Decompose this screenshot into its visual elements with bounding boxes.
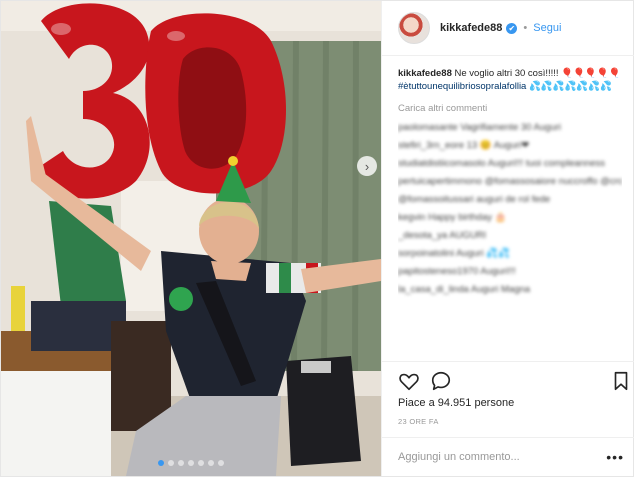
caption-text: Ne voglio altri 30 così!!!!! 🎈🎈🎈🎈🎈 (454, 68, 621, 79)
post-header: kikkafede88 ✔ • Segui (382, 1, 634, 56)
load-more-comments-button[interactable]: Carica altri commenti (398, 102, 622, 115)
caption-emoji: 💦💦💦💦💦💦💦 (528, 81, 612, 92)
comment-row: studiatdistiicomasolo Auguri!!! tuoi com… (398, 158, 606, 169)
likes-text: Piace a 94.951 persone (398, 397, 515, 409)
caption-hashtag[interactable]: #ètuttounequilibriosopralafollia (398, 81, 526, 92)
follow-button[interactable]: Segui (533, 22, 561, 34)
more-options-icon[interactable]: ••• (606, 449, 624, 465)
chevron-right-icon: › (364, 158, 370, 174)
comment-input[interactable] (398, 451, 607, 463)
post-timestamp: 23 ORE FA (398, 417, 439, 426)
carousel-next-button[interactable]: › (357, 156, 377, 176)
carousel-dot[interactable] (198, 460, 204, 466)
carousel-dot[interactable] (158, 460, 164, 466)
heart-icon[interactable] (398, 370, 420, 392)
post-side-panel: kikkafede88 ✔ • Segui kikkafede88 Ne vog… (381, 1, 634, 476)
post-caption: kikkafede88 Ne voglio altri 30 così!!!!!… (398, 67, 622, 93)
verified-badge-icon: ✔ (506, 22, 518, 34)
carousel-dot[interactable] (208, 460, 214, 466)
post-photo[interactable]: › (1, 1, 381, 476)
header-username[interactable]: kikkafede88 (440, 22, 502, 34)
comment-row: paolomasante Vagrifiamente 30 Auguri (398, 122, 562, 133)
likes-count[interactable]: Piace a 94.951 persone (398, 397, 514, 409)
bookmark-icon[interactable] (610, 370, 632, 392)
add-comment-bar: ••• (382, 437, 634, 476)
action-bar (382, 361, 634, 397)
photo-illustration (1, 1, 381, 476)
comment-row: papitosteneso1970 Auguri!!! (398, 266, 516, 277)
comment-list: paolomasante Vagrifiamente 30 Auguri stef… (398, 121, 622, 296)
carousel-dot[interactable] (218, 460, 224, 466)
comment-row: kegvin Happy birthday 🎂 (398, 212, 507, 223)
header-separator: • (523, 22, 528, 34)
comment-row: la_casa_di_linda Auguri Magna (398, 284, 531, 295)
comment-row: stefiri_3rn_eore 13 😊 Auguri❤ (398, 140, 530, 151)
caption-username[interactable]: kikkafede88 (398, 68, 452, 79)
instagram-post: › kikkafede88 ✔ • Segui kikkafede88 Ne v… (0, 0, 634, 477)
carousel-dot[interactable] (168, 460, 174, 466)
comment-bubble-icon[interactable] (430, 370, 452, 392)
comment-row: sorpoinatolini Auguri 💦💦 (398, 248, 510, 259)
avatar[interactable] (398, 12, 430, 44)
comment-row: @fomassoitussari auguri de rol fede (398, 194, 551, 205)
carousel-dots (1, 460, 381, 466)
comment-row: pertuicapertimmono @fomassosaiore nuccro… (398, 176, 622, 187)
carousel-dot[interactable] (188, 460, 194, 466)
comment-row: _desota_ya AUGURI (398, 230, 487, 241)
carousel-dot[interactable] (178, 460, 184, 466)
comments-section: kikkafede88 Ne voglio altri 30 così!!!!!… (398, 67, 622, 367)
